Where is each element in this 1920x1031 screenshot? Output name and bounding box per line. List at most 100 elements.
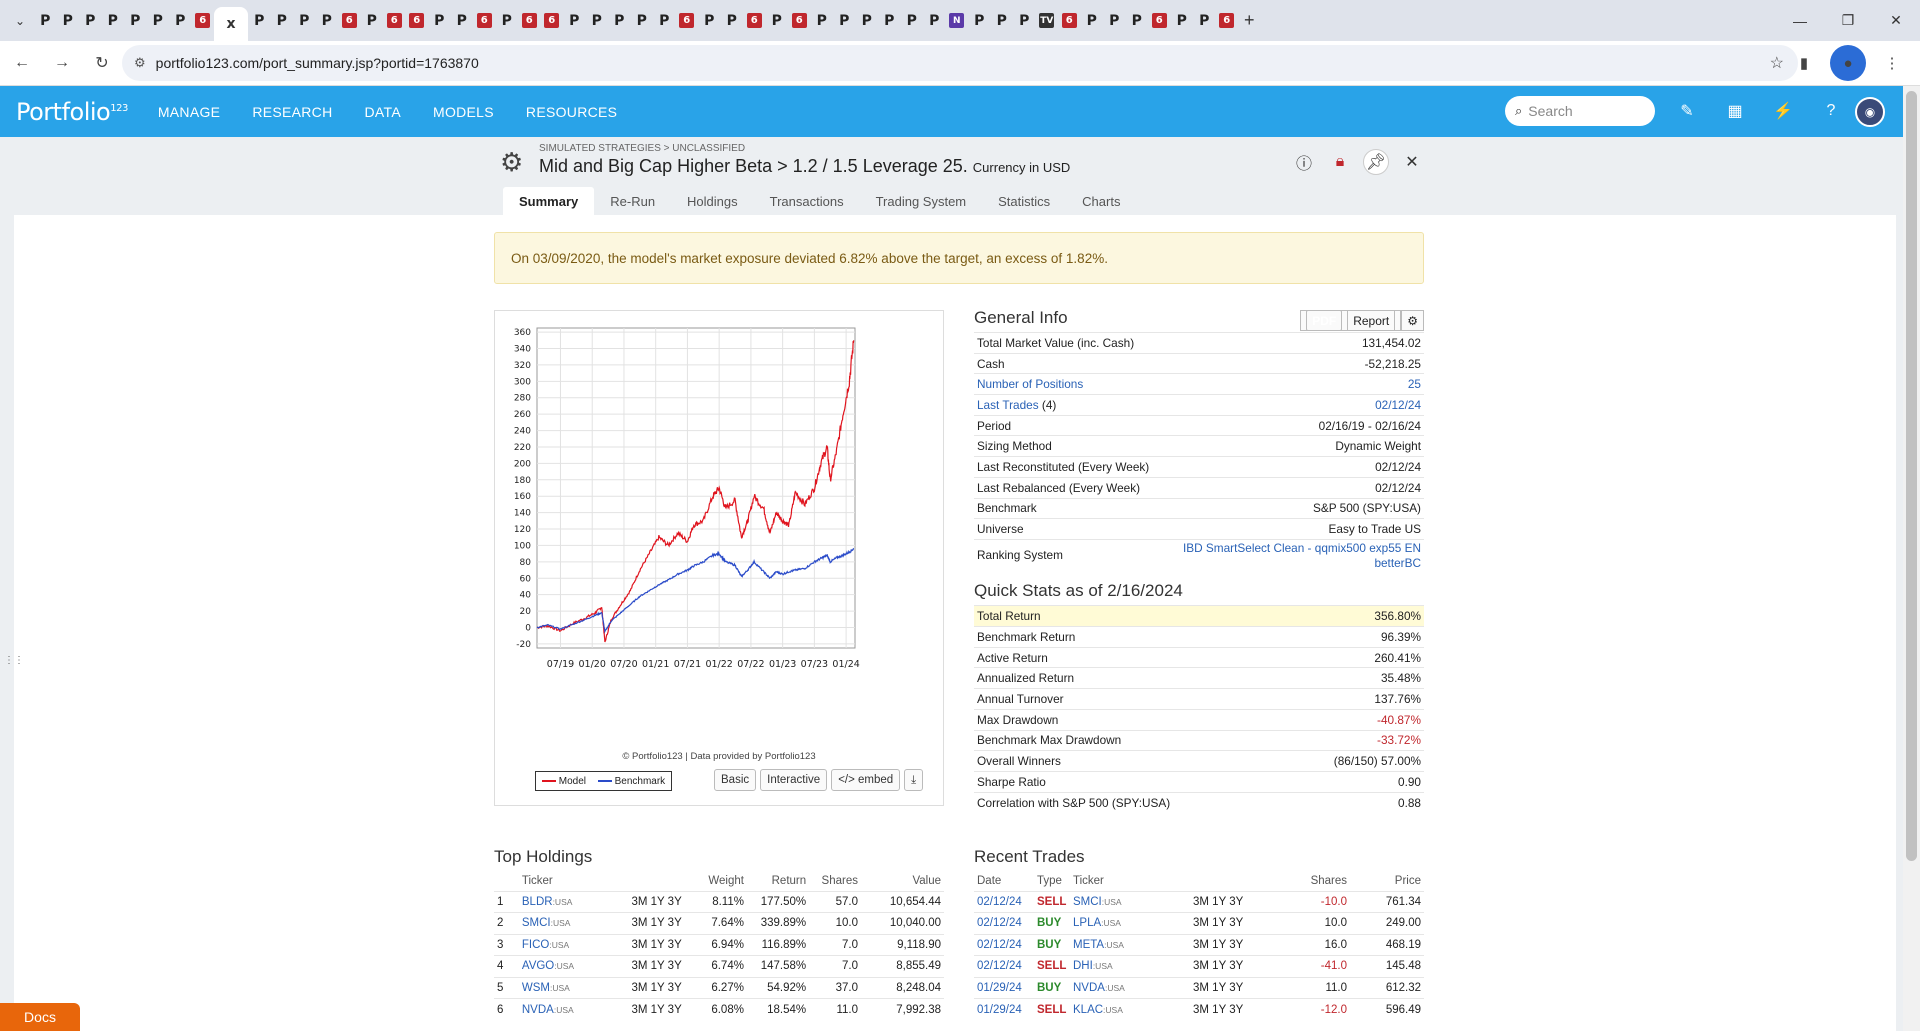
period-links[interactable]: 3M 1Y 3Y: [1190, 890, 1280, 913]
new-tab-icon[interactable]: +: [1244, 10, 1255, 31]
trade-date-link[interactable]: 02/12/24: [974, 890, 1034, 913]
browser-tab[interactable]: P: [721, 6, 744, 36]
browser-tab[interactable]: 6: [788, 6, 811, 36]
pdf-report-button[interactable]: PDF Report: [1300, 310, 1402, 331]
ticker-link[interactable]: SMCI: [1073, 896, 1102, 908]
side-resize-grip[interactable]: ⋮⋮: [4, 655, 24, 666]
browser-tab[interactable]: 6: [518, 6, 541, 36]
back-icon[interactable]: ←: [4, 45, 40, 81]
apps-grid-icon[interactable]: ▦: [1718, 94, 1752, 128]
maximize-icon[interactable]: ❐: [1824, 0, 1872, 41]
browser-tab[interactable]: 6: [383, 6, 406, 36]
period-links[interactable]: 3M 1Y 3Y: [601, 933, 685, 956]
bookmark-star-icon[interactable]: ☆: [1770, 53, 1784, 73]
period-links[interactable]: 3M 1Y 3Y: [601, 890, 685, 913]
trade-date-link[interactable]: 02/12/24: [974, 955, 1034, 977]
info-key-link[interactable]: Number of Positions: [977, 377, 1083, 391]
profile-icon[interactable]: ●: [1830, 45, 1866, 81]
reload-icon[interactable]: ↻: [84, 45, 120, 81]
browser-tab[interactable]: 6: [676, 6, 699, 36]
ticker-link[interactable]: KLAC: [1073, 1004, 1103, 1016]
browser-tab[interactable]: TV: [1036, 6, 1059, 36]
search-input[interactable]: ⌕ Search: [1505, 96, 1655, 126]
download-icon[interactable]: ⤓: [904, 769, 924, 791]
column-header[interactable]: Date: [974, 871, 1034, 891]
column-header[interactable]: Ticker: [1070, 871, 1190, 891]
browser-tab[interactable]: P: [878, 6, 901, 36]
tab-statistics[interactable]: Statistics: [982, 187, 1066, 215]
url-text[interactable]: portfolio123.com/port_summary.jsp?portid…: [156, 55, 479, 71]
period-links[interactable]: 3M 1Y 3Y: [1190, 998, 1280, 1020]
browser-tab[interactable]: P: [428, 6, 451, 36]
browser-tab[interactable]: P: [361, 6, 384, 36]
period-links[interactable]: 3M 1Y 3Y: [601, 912, 685, 934]
chart-basic-button[interactable]: Basic: [714, 769, 757, 791]
menu-resources[interactable]: RESOURCES: [526, 104, 617, 120]
browser-tab[interactable]: P: [271, 6, 294, 36]
ticker-link[interactable]: BLDR: [522, 896, 553, 908]
browser-tab[interactable]: P: [586, 6, 609, 36]
period-links[interactable]: 3M 1Y 3Y: [601, 955, 685, 977]
browser-tab[interactable]: x: [214, 7, 248, 41]
url-bar[interactable]: ⚙ portfolio123.com/port_summary.jsp?port…: [122, 45, 1798, 81]
browser-tab[interactable]: P: [631, 6, 654, 36]
help-icon[interactable]: ?: [1814, 94, 1848, 128]
browser-tab[interactable]: P: [57, 6, 80, 36]
browser-tab[interactable]: P: [833, 6, 856, 36]
browser-tab[interactable]: P: [1171, 6, 1194, 36]
browser-tab[interactable]: P: [169, 6, 192, 36]
lightning-icon[interactable]: ⚡: [1766, 94, 1800, 128]
performance-chart[interactable]: 3603403203002802602402202001801601401201…: [495, 311, 943, 751]
browser-tab[interactable]: P: [811, 6, 834, 36]
period-links[interactable]: 3M 1Y 3Y: [1190, 976, 1280, 999]
ticker-link[interactable]: NVDA: [1073, 982, 1105, 994]
browser-tab[interactable]: P: [923, 6, 946, 36]
column-header[interactable]: Shares: [1280, 871, 1350, 891]
browser-tab[interactable]: 6: [1058, 6, 1081, 36]
browser-tab[interactable]: P: [147, 6, 170, 36]
ticker-link[interactable]: FICO: [522, 939, 549, 951]
browser-tab[interactable]: P: [1013, 6, 1036, 36]
trade-date-link[interactable]: 01/29/24: [974, 976, 1034, 999]
browser-tab[interactable]: P: [1103, 6, 1126, 36]
report-settings-icon[interactable]: ⚙: [1401, 310, 1424, 331]
info-value-link[interactable]: IBD SmartSelect Clean - qqmix500 exp55 E…: [1183, 541, 1421, 570]
ticker-link[interactable]: SMCI: [522, 917, 551, 929]
browser-tab[interactable]: P: [698, 6, 721, 36]
ticker-link[interactable]: LPLA: [1073, 917, 1101, 929]
period-links[interactable]: 3M 1Y 3Y: [1190, 955, 1280, 977]
legend-model[interactable]: Model: [541, 776, 586, 787]
tab-transactions[interactable]: Transactions: [754, 187, 860, 215]
period-links[interactable]: 3M 1Y 3Y: [1190, 912, 1280, 934]
column-header[interactable]: [602, 871, 685, 891]
chart-embed-button[interactable]: </> embed: [831, 769, 901, 791]
browser-tab[interactable]: P: [653, 6, 676, 36]
menu-research[interactable]: RESEARCH: [252, 104, 332, 120]
browser-menu-icon[interactable]: ⋮: [1874, 45, 1910, 81]
tab-holdings[interactable]: Holdings: [671, 187, 754, 215]
browser-tab[interactable]: P: [901, 6, 924, 36]
period-links[interactable]: 3M 1Y 3Y: [601, 998, 685, 1020]
menu-data[interactable]: DATA: [365, 104, 401, 120]
trade-date-link[interactable]: 02/12/24: [974, 933, 1034, 956]
lock-icon[interactable]: 🔒︎: [1327, 149, 1353, 175]
browser-tab[interactable]: 6: [1148, 6, 1171, 36]
trade-date-link[interactable]: 02/12/24: [974, 912, 1034, 934]
side-panel-icon[interactable]: ▮: [1786, 45, 1822, 81]
column-header[interactable]: Value: [861, 871, 944, 891]
ticker-link[interactable]: DHI: [1073, 960, 1093, 972]
browser-tab[interactable]: P: [496, 6, 519, 36]
browser-tab[interactable]: P: [968, 6, 991, 36]
tab-re-run[interactable]: Re-Run: [594, 187, 671, 215]
column-header[interactable]: Ticker: [519, 871, 602, 891]
forward-icon[interactable]: →: [44, 45, 80, 81]
browser-tab[interactable]: 6: [743, 6, 766, 36]
browser-tab[interactable]: P: [34, 6, 57, 36]
browser-tab[interactable]: 6: [406, 6, 429, 36]
scrollbar-thumb[interactable]: [1906, 91, 1917, 861]
chart-interactive-button[interactable]: Interactive: [760, 769, 828, 791]
period-links[interactable]: 3M 1Y 3Y: [1190, 933, 1280, 956]
info-value-link[interactable]: 25: [1408, 377, 1421, 391]
column-header[interactable]: Type: [1034, 871, 1070, 891]
ticker-link[interactable]: WSM: [522, 982, 550, 994]
